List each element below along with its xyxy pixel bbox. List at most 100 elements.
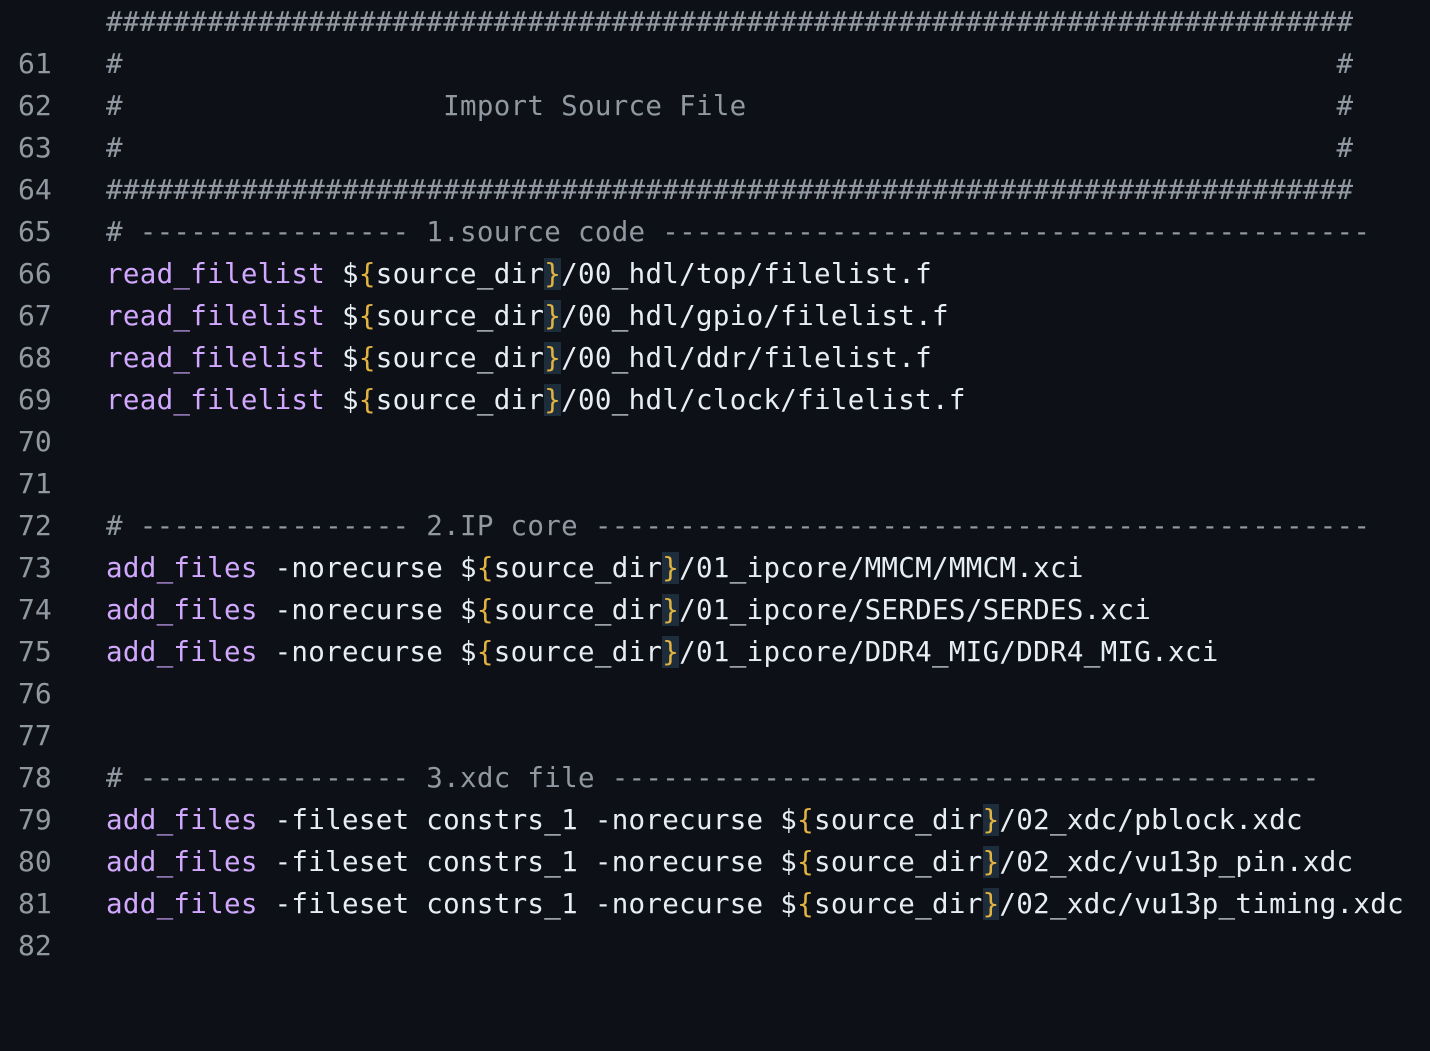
variable-name: source_dir [375,342,545,374]
command-args: $ [325,384,359,416]
code-comment: # ---------------- 3.xdc file ----------… [106,762,1320,794]
code-comment: ########################################… [106,174,1354,206]
code-content: read_filelist ${source_dir}/00_hdl/gpio/… [106,295,949,337]
code-content: add_files -fileset constrs_1 -norecurse … [106,883,1404,925]
command-args: -fileset constrs_1 -norecurse $ [257,888,798,920]
command-args: -fileset constrs_1 -norecurse $ [257,804,798,836]
file-path: /01_ipcore/DDR4_MIG/DDR4_MIG.xci [679,636,1219,668]
command-args: $ [325,258,359,290]
file-path: /00_hdl/gpio/filelist.f [561,300,949,332]
code-comment: # Import Source File # [106,90,1354,122]
code-line[interactable]: 70 read_filelist ${source_dir}/00_hdl/cl… [0,379,1430,458]
code-line[interactable]: 79 # ---------------- 3.xdc file -------… [0,757,1430,836]
file-path: /02_xdc/vu13p_pin.xdc [999,846,1354,878]
code-line[interactable]: 66 # ---------------- 1.source code ----… [0,211,1430,290]
tcl-command: add_files [106,594,258,626]
line-number: 82 [18,929,52,962]
variable-name: source_dir [813,804,983,836]
open-brace: { [358,342,376,374]
command-args: -norecurse $ [257,594,477,626]
close-brace: } [982,888,1000,920]
code-line[interactable]: 69 read_filelist ${source_dir}/00_hdl/dd… [0,337,1430,416]
file-path: /01_ipcore/SERDES/SERDES.xci [679,594,1152,626]
file-path: /00_hdl/clock/filelist.f [561,384,966,416]
close-brace: } [982,846,1000,878]
command-args: -fileset constrs_1 -norecurse $ [257,846,798,878]
command-args: $ [325,342,359,374]
code-line[interactable]: 71 [0,421,1430,500]
variable-name: source_dir [375,258,545,290]
open-brace: { [476,594,494,626]
variable-name: source_dir [375,300,545,332]
file-path: /00_hdl/ddr/filelist.f [561,342,932,374]
code-line[interactable]: 63 # Import Source File # [0,85,1430,164]
variable-name: source_dir [813,888,983,920]
code-line[interactable]: 68 read_filelist ${source_dir}/00_hdl/gp… [0,295,1430,374]
code-line[interactable]: 81 add_files -fileset constrs_1 -norecur… [0,841,1430,920]
code-line[interactable]: 77 [0,673,1430,752]
code-line[interactable]: 74 add_files -norecurse ${source_dir}/01… [0,547,1430,626]
open-brace: { [797,846,814,878]
code-line[interactable]: 76 add_files -norecurse ${source_dir}/01… [0,631,1430,710]
close-brace: } [662,594,680,626]
tcl-command: read_filelist [106,342,326,374]
file-path: /02_xdc/vu13p_timing.xdc [999,888,1404,920]
code-comment: # ---------------- 1.source code -------… [106,216,1371,248]
close-brace: } [544,384,562,416]
tcl-command: read_filelist [106,384,326,416]
tcl-command: read_filelist [106,258,326,290]
code-content: add_files -norecurse ${source_dir}/01_ip… [106,589,1151,631]
code-comment: # # [106,48,1354,80]
code-line[interactable]: 82 add_files -fileset constrs_1 -norecur… [0,883,1430,962]
tcl-command: add_files [106,636,258,668]
file-path: /00_hdl/top/filelist.f [561,258,932,290]
open-brace: { [358,258,376,290]
code-content: add_files -fileset constrs_1 -norecurse … [106,799,1303,841]
command-args: $ [325,300,359,332]
variable-name: source_dir [493,636,663,668]
code-line[interactable]: 80 add_files -fileset constrs_1 -norecur… [0,799,1430,878]
variable-name: source_dir [493,594,663,626]
code-content: add_files -fileset constrs_1 -norecurse … [106,841,1353,883]
code-comment: # # [106,132,1354,164]
close-brace: } [662,636,680,668]
command-args: -norecurse $ [257,636,477,668]
tcl-command: add_files [106,552,258,584]
variable-name: source_dir [493,552,663,584]
open-brace: { [797,888,814,920]
code-line[interactable]: 64 # # [0,127,1430,206]
code-line[interactable]: 75 add_files -norecurse ${source_dir}/01… [0,589,1430,668]
close-brace: } [544,258,562,290]
close-brace: } [544,342,562,374]
code-content: read_filelist ${source_dir}/00_hdl/clock… [106,379,966,421]
code-content: read_filelist ${source_dir}/00_hdl/top/f… [106,253,932,295]
code-content: add_files -norecurse ${source_dir}/01_ip… [106,547,1084,589]
close-brace: } [982,804,1000,836]
open-brace: { [476,552,494,584]
close-brace: } [662,552,680,584]
tcl-command: read_filelist [106,300,326,332]
code-editor[interactable]: 61 #####################################… [0,0,1430,962]
code-line[interactable]: 73 # ---------------- 2.IP core --------… [0,505,1430,584]
variable-name: source_dir [813,846,983,878]
code-line[interactable]: 72 [0,463,1430,542]
file-path: /02_xdc/pblock.xdc [999,804,1303,836]
code-line[interactable]: 65 #####################################… [0,169,1430,248]
code-line[interactable]: 67 read_filelist ${source_dir}/00_hdl/to… [0,253,1430,332]
tcl-command: add_files [106,846,258,878]
code-content: add_files -norecurse ${source_dir}/01_ip… [106,631,1219,673]
code-line[interactable]: 62 # # [0,43,1430,122]
open-brace: { [797,804,814,836]
command-args: -norecurse $ [257,552,477,584]
file-path: /01_ipcore/MMCM/MMCM.xci [679,552,1084,584]
tcl-command: add_files [106,888,258,920]
code-line[interactable]: 78 [0,715,1430,794]
code-comment: ########################################… [106,6,1354,38]
variable-name: source_dir [375,384,545,416]
code-line[interactable]: 61 #####################################… [0,1,1430,80]
code-comment: # ---------------- 2.IP core -----------… [106,510,1371,542]
open-brace: { [476,636,494,668]
open-brace: { [358,384,376,416]
code-content: read_filelist ${source_dir}/00_hdl/ddr/f… [106,337,932,379]
close-brace: } [544,300,562,332]
